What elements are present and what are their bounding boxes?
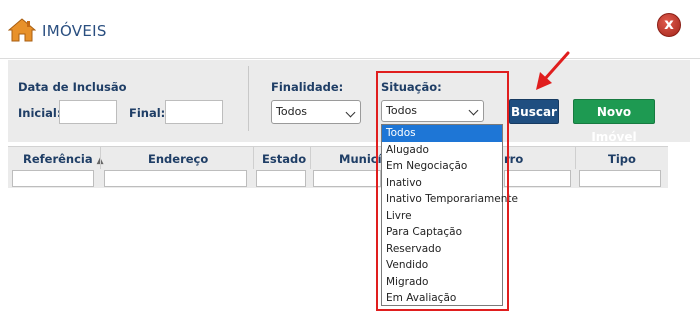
column-municipio[interactable]: Municí (339, 152, 382, 166)
finalidade-value: Todos (276, 105, 308, 118)
situacao-option[interactable]: Para Captação (382, 224, 502, 241)
finalidade-label: Finalidade: (271, 80, 344, 94)
situacao-value: Todos (386, 104, 418, 117)
column-endereco[interactable]: Endereço (148, 152, 208, 166)
finalidade-select[interactable]: Todos (271, 100, 361, 124)
situacao-select[interactable]: Todos (381, 100, 484, 122)
chevron-down-icon (468, 105, 479, 116)
modal-header: IMÓVEIS x (0, 0, 700, 58)
situacao-option[interactable]: Inativo Temporariamente (382, 191, 518, 208)
column-separator (253, 147, 254, 169)
endereco-filter-input[interactable] (104, 170, 247, 187)
page-title: IMÓVEIS (42, 22, 107, 40)
column-estado[interactable]: Estado (262, 152, 306, 166)
column-bairro[interactable]: rro (504, 152, 523, 166)
situacao-option[interactable]: Migrado (382, 274, 502, 291)
grid-header: Referência ▲ Endereço Estado Municí rro … (8, 146, 668, 188)
column-tipo[interactable]: Tipo (608, 152, 636, 166)
referencia-filter-input[interactable] (12, 170, 94, 187)
header-divider (0, 58, 700, 59)
initial-date-label: Inicial: (18, 106, 62, 120)
tipo-filter-input[interactable] (579, 170, 661, 187)
situacao-label: Situação: (381, 80, 442, 94)
situacao-option[interactable]: Livre (382, 208, 502, 225)
buscar-button[interactable]: Buscar (509, 99, 559, 124)
situacao-option[interactable]: Inativo (382, 175, 502, 192)
date-group-label: Data de Inclusão (18, 80, 127, 94)
bairro-filter-input[interactable] (504, 170, 571, 187)
column-separator (310, 147, 311, 169)
initial-date-input[interactable] (59, 100, 117, 124)
situacao-option[interactable]: Todos (382, 125, 502, 142)
situacao-option[interactable]: Reservado (382, 241, 502, 258)
municipio-filter-input[interactable] (313, 170, 381, 187)
situacao-option[interactable]: Em Avaliação (382, 290, 502, 307)
chevron-down-icon (345, 107, 356, 118)
situacao-option[interactable]: Vendido (382, 257, 502, 274)
final-date-label: Final: (129, 106, 166, 120)
novo-imovel-button[interactable]: Novo Imóvel (573, 99, 655, 144)
final-date-input[interactable] (165, 100, 223, 124)
column-separator (100, 147, 101, 169)
home-icon (8, 18, 36, 42)
situacao-option[interactable]: Alugado (382, 142, 502, 159)
estado-filter-input[interactable] (256, 170, 306, 187)
column-separator (575, 147, 576, 169)
column-referencia[interactable]: Referência ▲ (23, 152, 104, 166)
situacao-dropdown-list[interactable]: Todos Alugado Em Negociação Inativo Inat… (381, 124, 518, 307)
close-button[interactable]: x (657, 13, 681, 37)
situacao-option[interactable]: Em Negociação (382, 158, 502, 175)
filter-panel: Data de Inclusão Inicial: Final: Finalid… (8, 60, 690, 144)
filter-separator (248, 66, 249, 131)
